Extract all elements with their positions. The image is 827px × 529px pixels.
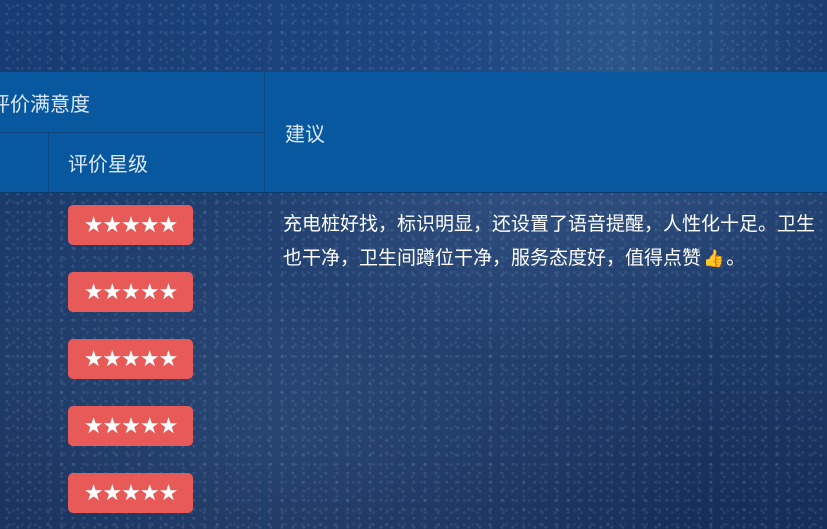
table-body: ★★★★★ ★★★★★ ★★★★★ ★★★★★ ★★★★★ 充电桩好找，标识明显… xyxy=(0,192,827,529)
star-rating-badge: ★★★★★ xyxy=(68,205,193,245)
advice-text-end: 。 xyxy=(726,247,746,269)
advice-cell: 充电桩好找，标识明显，还设置了语音提醒，人性化十足。卫生也干净，卫生间蹲位干净，… xyxy=(283,207,823,276)
column-divider xyxy=(264,193,265,529)
header-star-rating-label: 评价星级 xyxy=(68,152,148,176)
evaluation-table: 评价满意度 评价星级 建议 ★★★★★ ★★★★★ ★★★★★ ★★★★★ ★★… xyxy=(0,72,827,529)
header-satisfaction-label: 评价满意度 xyxy=(0,91,90,116)
star-rating-badge: ★★★★★ xyxy=(68,339,193,379)
header-star-rating: 评价星级 xyxy=(49,133,264,192)
star-rating-list: ★★★★★ ★★★★★ ★★★★★ ★★★★★ ★★★★★ xyxy=(68,205,194,529)
star-rating-badge: ★★★★★ xyxy=(68,272,193,312)
star-rating-badge: ★★★★★ xyxy=(68,406,193,446)
header-satisfaction: 评价满意度 xyxy=(0,72,264,133)
header-blank-cell xyxy=(0,133,49,192)
star-rating-badge: ★★★★★ xyxy=(68,473,193,513)
column-divider xyxy=(49,193,50,529)
header-advice-label: 建议 xyxy=(285,121,325,146)
header-advice: 建议 xyxy=(264,72,827,192)
thumbs-up-icon: 👍 xyxy=(703,249,725,269)
top-banner xyxy=(0,0,827,72)
